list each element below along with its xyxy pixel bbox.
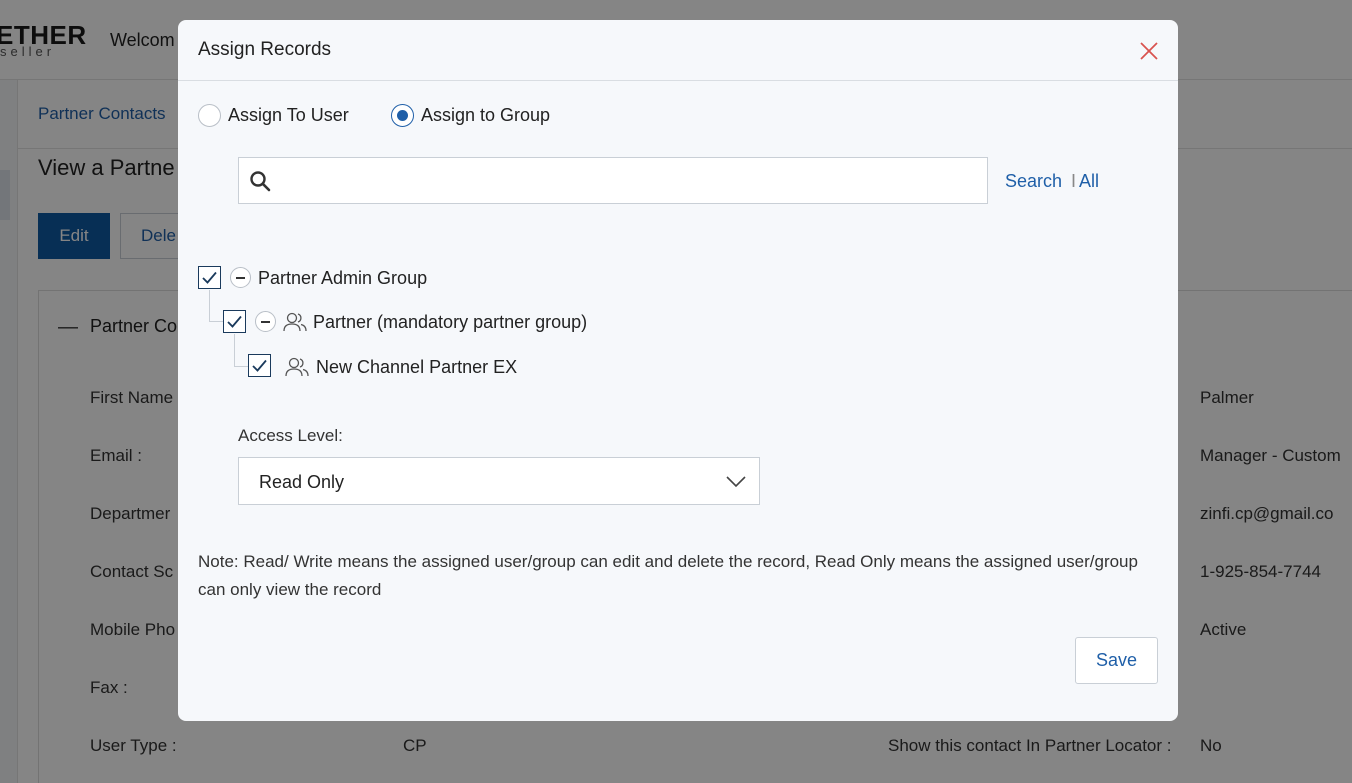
tree-checkbox-partner-group[interactable] bbox=[223, 310, 246, 333]
access-level-select[interactable]: Read Only bbox=[238, 457, 760, 505]
access-note: Note: Read/ Write means the assigned use… bbox=[198, 552, 1138, 599]
collapse-toggle-icon[interactable] bbox=[255, 311, 276, 332]
link-separator: I bbox=[1071, 171, 1077, 191]
tree-label-partner-group[interactable]: Partner (mandatory partner group) bbox=[313, 312, 587, 333]
access-level-selected: Read Only bbox=[259, 472, 345, 492]
tree-connector bbox=[234, 334, 248, 367]
chevron-down-icon bbox=[726, 476, 746, 488]
radio-assign-to-user[interactable]: Assign To User bbox=[198, 103, 349, 127]
search-box bbox=[238, 157, 988, 204]
tree-checkbox-new-channel-partner[interactable] bbox=[248, 354, 271, 377]
all-link[interactable]: All bbox=[1079, 171, 1099, 192]
radio-button-unchecked[interactable] bbox=[198, 103, 221, 127]
modal-title: Assign Records bbox=[198, 39, 332, 60]
tree-connector bbox=[209, 290, 223, 322]
radio-label: Assign to Group bbox=[421, 104, 551, 125]
assign-records-modal: Assign Records Assign To User Assign to … bbox=[178, 20, 1178, 721]
close-icon[interactable] bbox=[1138, 40, 1160, 62]
users-icon bbox=[285, 357, 309, 377]
collapse-toggle-icon[interactable] bbox=[230, 267, 251, 288]
radio-button-checked[interactable] bbox=[391, 103, 414, 127]
radio-assign-to-group[interactable]: Assign to Group bbox=[391, 103, 550, 127]
users-icon bbox=[283, 312, 307, 332]
tree-label-partner-admin-group[interactable]: Partner Admin Group bbox=[258, 268, 427, 289]
search-link[interactable]: Search bbox=[1005, 171, 1062, 192]
save-button[interactable]: Save bbox=[1075, 637, 1158, 684]
search-icon bbox=[250, 171, 271, 192]
modal-header: Assign Records bbox=[178, 20, 1178, 81]
tree-checkbox-partner-admin-group[interactable] bbox=[198, 266, 221, 289]
access-level-label: Access Level: bbox=[238, 426, 343, 445]
tree-label-new-channel-partner[interactable]: New Channel Partner EX bbox=[316, 357, 517, 378]
search-input[interactable] bbox=[283, 158, 983, 203]
radio-label: Assign To User bbox=[228, 104, 349, 125]
